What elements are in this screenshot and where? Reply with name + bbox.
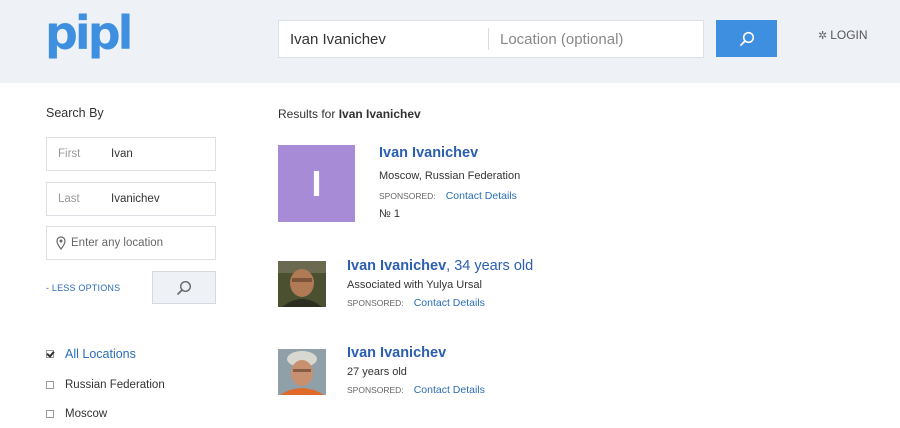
login-link[interactable]: ✲ LOGIN xyxy=(818,28,868,42)
results-query: Ivan Ivanichev xyxy=(338,107,421,121)
sidebar-search-button[interactable] xyxy=(152,271,216,304)
checkbox[interactable] xyxy=(46,410,54,418)
filter-label: Russian Federation xyxy=(65,379,165,391)
name-search-input[interactable] xyxy=(279,21,488,57)
result-age: 27 years old xyxy=(347,366,407,378)
last-name-field[interactable]: Last Ivanichev xyxy=(46,182,216,216)
less-options-link[interactable]: - LESS OPTIONS xyxy=(46,283,120,293)
top-header: pipl ✲ LOGIN xyxy=(0,0,900,83)
first-name-value: Ivan xyxy=(111,148,133,160)
search-box xyxy=(278,20,704,58)
result-sponsored-row: SPONSORED: Contact Details xyxy=(379,190,517,202)
login-label: LOGIN xyxy=(830,28,868,42)
result-rank: № 1 xyxy=(379,208,400,220)
search-by-heading: Search By xyxy=(46,106,104,120)
search-divider xyxy=(488,28,489,50)
result-association: Associated with Yulya Ursal xyxy=(347,279,482,291)
filter-moscow[interactable]: Moscow xyxy=(46,408,107,420)
result-name-link[interactable]: Ivan Ivanichev xyxy=(347,345,446,361)
search-icon xyxy=(177,280,192,295)
checkbox-checked[interactable] xyxy=(46,350,54,358)
result-photo-avatar[interactable] xyxy=(278,261,326,307)
first-name-field[interactable]: First Ivan xyxy=(46,137,216,171)
checkbox[interactable] xyxy=(46,381,54,389)
last-name-label: Last xyxy=(58,193,80,205)
result-avatar-letter[interactable]: I xyxy=(278,145,355,222)
search-button[interactable] xyxy=(716,20,777,57)
gear-icon: ✲ xyxy=(818,29,828,42)
filter-label: Moscow xyxy=(65,408,108,420)
result-name-link[interactable]: Ivan Ivanichev, 34 years old xyxy=(347,258,533,274)
result-sponsored-row: SPONSORED: Contact Details xyxy=(347,297,485,309)
filter-label: All Locations xyxy=(65,347,136,361)
contact-details-link[interactable]: Contact Details xyxy=(446,190,517,202)
search-icon xyxy=(739,31,754,46)
location-placeholder: Enter any location xyxy=(71,237,164,249)
location-search-input[interactable] xyxy=(490,21,702,57)
pipl-logo[interactable]: pipl xyxy=(45,8,133,64)
last-name-value: Ivanichev xyxy=(111,193,160,205)
contact-details-link[interactable]: Contact Details xyxy=(414,384,485,396)
location-pin-icon xyxy=(56,236,66,250)
filter-all-locations[interactable]: All Locations xyxy=(46,347,136,361)
result-sponsored-row: SPONSORED: Contact Details xyxy=(347,384,485,396)
result-location: Moscow, Russian Federation xyxy=(379,170,521,182)
contact-details-link[interactable]: Contact Details xyxy=(414,297,485,309)
location-field[interactable]: Enter any location xyxy=(46,226,216,260)
result-name-link[interactable]: Ivan Ivanichev xyxy=(379,145,478,161)
result-photo-avatar[interactable] xyxy=(278,349,326,395)
filter-russian-federation[interactable]: Russian Federation xyxy=(46,379,165,391)
first-name-label: First xyxy=(58,148,81,160)
results-heading: Results for Ivan Ivanichev xyxy=(278,107,421,121)
